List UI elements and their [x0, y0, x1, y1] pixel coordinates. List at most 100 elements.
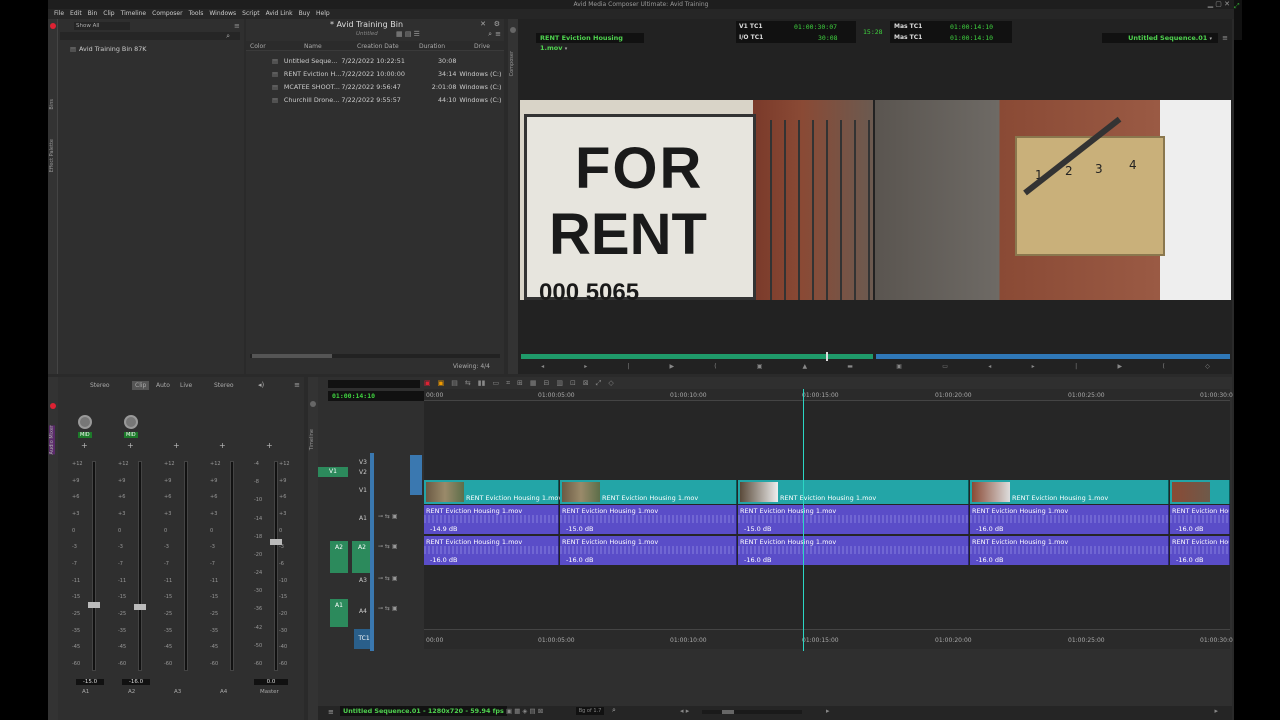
- bin-view-name[interactable]: Untitled: [356, 31, 378, 37]
- tracking-display-source[interactable]: V1 TC1 01:00:30:07 I/O TC1 30:08: [736, 21, 856, 43]
- show-all-dropdown[interactable]: Show All: [74, 22, 130, 30]
- timeline-top-field[interactable]: [328, 380, 420, 388]
- scroll-right-icon[interactable]: ▸: [1214, 707, 1218, 715]
- audio-clip[interactable]: RENT Eviction Housing 1.mov -16.0 dB: [970, 505, 1169, 534]
- source-track-v1[interactable]: V1: [318, 467, 348, 477]
- video-clip[interactable]: RENT Eviction Housing 1.mov: [560, 480, 737, 504]
- track-label-v3[interactable]: V3: [356, 459, 370, 466]
- fader-track-a1[interactable]: [92, 461, 96, 671]
- hamburger-menu-icon[interactable]: ≡: [294, 381, 300, 389]
- track-label-v2[interactable]: V2: [356, 469, 370, 476]
- add-icon[interactable]: +: [173, 441, 180, 450]
- add-icon[interactable]: +: [81, 441, 88, 450]
- mixer-master-mode[interactable]: Stereo: [214, 382, 234, 389]
- source-track-a2[interactable]: A2: [330, 541, 348, 573]
- add-icon[interactable]: +: [127, 441, 134, 450]
- hamburger-menu-icon[interactable]: ≡: [1222, 34, 1228, 42]
- window-resize-icon[interactable]: ⤢: [1234, 2, 1240, 11]
- scroll-right-icon[interactable]: ▸: [826, 707, 830, 715]
- bin-scrollbar[interactable]: [250, 354, 500, 358]
- record-position-bar[interactable]: [876, 354, 1230, 359]
- audio-clip[interactable]: RENT Eviction Housing 1.mov -15.0 dB: [560, 505, 737, 534]
- source-track-a1[interactable]: A1: [330, 599, 348, 627]
- col-duration[interactable]: Duration: [419, 43, 445, 50]
- fader-a2[interactable]: [134, 604, 146, 610]
- pan-knob-a1[interactable]: [78, 415, 92, 429]
- fader-track-a3[interactable]: [184, 461, 188, 671]
- timeline-tracks[interactable]: RENT Eviction Housing 1.mov RENT Evictio…: [424, 401, 1233, 649]
- footer-tool-icons[interactable]: ▣ ▦ ◈ ▤ ⊠: [506, 707, 543, 715]
- a1-track-controls[interactable]: ⊸ ⇆ ▣: [378, 513, 408, 520]
- window-controls[interactable]: ▁ ▢ ✕: [1208, 0, 1230, 8]
- video-monitor-buttons[interactable]: [410, 455, 422, 495]
- table-row[interactable]: ▤ MCATEE SHOOT... 7/22/2022 9:56:47 2:01…: [246, 80, 504, 93]
- a3-track-controls[interactable]: ⊸ ⇆ ▣: [378, 575, 408, 582]
- menu-avid-link[interactable]: Avid Link: [266, 9, 293, 19]
- audio-clip[interactable]: RENT Eviction Hou -16.0 dB: [1170, 505, 1230, 534]
- col-color[interactable]: Color: [250, 43, 266, 50]
- fader-master[interactable]: [270, 539, 282, 545]
- tc1-track[interactable]: 00:00 01:00:05:00 01:00:10:00 01:00:15:0…: [424, 629, 1233, 649]
- record-clip-menu[interactable]: Untitled Sequence.01 ▾: [1102, 33, 1218, 43]
- video-clip[interactable]: RENT Eviction Housing 1.mov: [424, 480, 562, 504]
- sequence-info[interactable]: Untitled Sequence.01 - 1280x720 - 59.94 …: [340, 706, 507, 716]
- audio-clip[interactable]: RENT Eviction Housing 1.mov -16.0 dB: [738, 536, 969, 565]
- track-label-v1[interactable]: V1: [356, 487, 370, 494]
- audio-clip[interactable]: RENT Eviction Housing 1.mov -16.0 dB: [970, 536, 1169, 565]
- zoom-arrows-icon[interactable]: ◂ ▸: [680, 707, 689, 715]
- fader-track-master[interactable]: [274, 461, 278, 671]
- add-icon[interactable]: +: [219, 441, 226, 450]
- record-monitor[interactable]: 1 2 3 4: [875, 100, 1231, 300]
- bins-tab[interactable]: Bins: [49, 99, 55, 110]
- timeline-timecode[interactable]: 01:00:14:10: [328, 391, 428, 401]
- timeline-toolbar[interactable]: ▣ ▣ ▤ ⇆ ▮▮ ▭ ⌗ ⊞ ▦ ⊟ ▥ ⊡ ⊠ ⤢ ◇: [424, 379, 824, 389]
- project-search-bar[interactable]: ⌕: [60, 32, 240, 40]
- menu-windows[interactable]: Windows: [209, 9, 236, 19]
- mixer-clip-mode[interactable]: Clip: [132, 381, 150, 390]
- table-row[interactable]: ▤ Untitled Seque... 7/22/2022 10:22:51 3…: [246, 54, 504, 67]
- search-icon[interactable]: ⌕: [488, 30, 492, 39]
- record-transport-controls[interactable]: ▣ ▭ ◂ ▸ | ▶(◇: [876, 363, 1230, 373]
- track-label-a3[interactable]: A3: [356, 577, 370, 584]
- a2-track-controls[interactable]: ⊸ ⇆ ▣: [378, 543, 408, 550]
- audio-clip[interactable]: RENT Eviction Housing 1.mov -16.0 dB: [560, 536, 737, 565]
- audio-clip[interactable]: RENT Eviction Housing 1.mov -14.9 dB: [424, 505, 559, 534]
- timeline-playhead[interactable]: [803, 389, 804, 651]
- col-creation-date[interactable]: Creation Date: [357, 43, 399, 50]
- effect-palette-tab[interactable]: Effect Palette: [49, 139, 55, 172]
- search-icon[interactable]: ⌕: [226, 32, 230, 41]
- menu-composer[interactable]: Composer: [152, 9, 182, 19]
- mixer-output-mode[interactable]: Stereo: [90, 382, 110, 389]
- audio-clip[interactable]: RENT Eviction Housing 1.mov -15.0 dB: [738, 505, 969, 534]
- fader-track-a2[interactable]: [138, 461, 142, 671]
- track-label-a1[interactable]: A1: [356, 515, 370, 522]
- hamburger-menu-icon[interactable]: ≡: [234, 22, 240, 30]
- pan-knob-a2[interactable]: [124, 415, 138, 429]
- mixer-auto-mode[interactable]: Auto: [156, 382, 170, 389]
- a4-track-controls[interactable]: ⊸ ⇆ ▣: [378, 605, 408, 612]
- timeline-ruler-top[interactable]: 00:00 01:00:05:00 01:00:10:00 01:00:15:0…: [424, 389, 1233, 401]
- hamburger-menu-icon[interactable]: ≡: [328, 708, 334, 716]
- col-name[interactable]: Name: [304, 43, 322, 50]
- col-drive[interactable]: Drive: [474, 43, 490, 50]
- table-row[interactable]: ▤ RENT Eviction H... 7/22/2022 10:00:00 …: [246, 67, 504, 80]
- add-icon[interactable]: +: [266, 441, 273, 450]
- menu-edit[interactable]: Edit: [70, 9, 82, 19]
- menu-help[interactable]: Help: [316, 9, 330, 19]
- composer-tab[interactable]: Composer: [509, 51, 515, 76]
- mixer-live-mode[interactable]: Live: [180, 382, 192, 389]
- close-icon[interactable]: [50, 403, 56, 411]
- menu-bin[interactable]: Bin: [88, 9, 98, 19]
- speaker-icon[interactable]: ◂): [258, 381, 264, 389]
- menu-buy[interactable]: Buy: [299, 9, 310, 19]
- close-icon[interactable]: [310, 401, 316, 409]
- view-mode-icons[interactable]: ▦ ▤ ☰: [396, 30, 420, 38]
- track-label-a4[interactable]: A4: [356, 608, 370, 615]
- close-icon[interactable]: [510, 27, 516, 35]
- source-monitor[interactable]: FOR RENT 000 5065: [520, 100, 873, 300]
- bin-list-item[interactable]: ▤ Avid Training Bin 87K: [70, 45, 147, 53]
- audio-clip[interactable]: RENT Eviction Housing 1.mov -16.0 dB: [424, 536, 559, 565]
- source-clip-menu[interactable]: RENT Eviction Housing 1.mov ▾: [536, 33, 644, 52]
- source-position-bar[interactable]: [521, 354, 873, 359]
- video-clip[interactable]: RENT Eviction Housing 1.mov: [738, 480, 969, 504]
